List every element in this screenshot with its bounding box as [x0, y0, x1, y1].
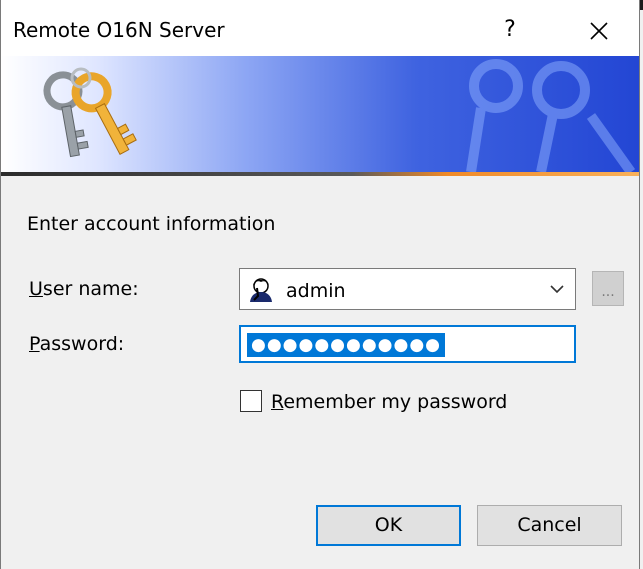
- username-label: User name:: [29, 278, 139, 300]
- cancel-button[interactable]: Cancel: [477, 505, 622, 546]
- banner-divider: [1, 172, 639, 176]
- section-heading: Enter account information: [27, 213, 276, 235]
- username-combobox[interactable]: admin: [239, 268, 576, 310]
- keys-icon: [43, 67, 137, 158]
- browse-button[interactable]: ...: [592, 271, 624, 306]
- remember-password-checkbox[interactable]: [240, 390, 262, 412]
- password-label: Password:: [29, 333, 125, 355]
- password-field[interactable]: ●●●●●●●●●●●●: [239, 325, 576, 363]
- ok-button[interactable]: OK: [316, 505, 461, 546]
- chevron-down-icon[interactable]: [548, 280, 566, 298]
- user-icon: [250, 278, 272, 302]
- help-button[interactable]: ?: [485, 8, 535, 52]
- keys-watermark-icon: [466, 59, 636, 172]
- remember-password-label[interactable]: Remember my password: [271, 391, 507, 413]
- header-banner: [1, 56, 639, 172]
- username-value: admin: [286, 280, 346, 302]
- password-masked-text: ●●●●●●●●●●●●: [247, 333, 446, 357]
- close-icon: [590, 21, 608, 40]
- close-button[interactable]: [571, 8, 627, 52]
- window-title: Remote O16N Server: [13, 18, 225, 42]
- title-bar[interactable]: Remote O16N Server ?: [1, 0, 639, 56]
- login-dialog: Remote O16N Server ? Enter account infor…: [0, 0, 640, 569]
